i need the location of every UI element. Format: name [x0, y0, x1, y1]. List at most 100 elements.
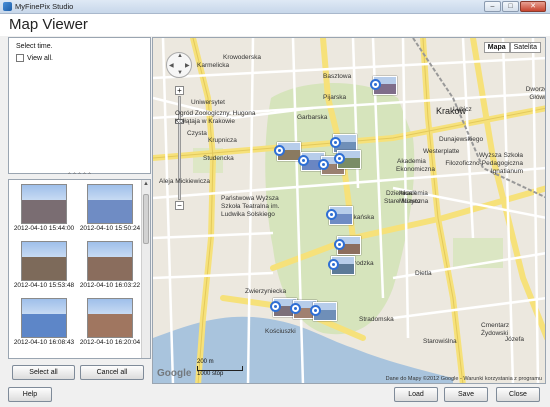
thumbnail-caption: 2012-04-10 16:08:43 — [13, 339, 75, 346]
map-street-label: Kościuszki — [265, 328, 296, 335]
map-street-label: Starowiślna — [423, 338, 457, 345]
map-street-label: Józefa — [504, 336, 524, 343]
time-panel: Select time. View all. — [8, 37, 151, 174]
thumbnail-caption: 2012-04-10 15:44:00 — [13, 225, 75, 232]
view-all-row[interactable]: View all. — [16, 54, 53, 62]
thumbnail-item[interactable]: 2012-04-10 16:08:43 — [12, 298, 76, 354]
view-all-checkbox[interactable] — [16, 54, 24, 62]
map-street-label: Krupnicza — [208, 137, 237, 144]
photo-marker[interactable] — [370, 76, 397, 95]
photo-marker[interactable] — [326, 206, 353, 225]
pan-down-icon[interactable]: ▼ — [177, 70, 183, 76]
map-street-label: Główny — [529, 94, 545, 101]
map-street-label: Czysta — [187, 130, 207, 137]
map-street-label: Wyższa Szkoła — [478, 152, 523, 159]
map-street-label: Dietla — [415, 270, 432, 277]
location-pin-icon[interactable] — [370, 79, 381, 90]
zoom-out-button[interactable]: − — [175, 201, 184, 210]
location-pin-icon[interactable] — [318, 159, 329, 170]
location-pin-icon[interactable] — [334, 239, 345, 250]
pan-right-icon[interactable]: ▶ — [185, 62, 190, 69]
map-street-label: Cmentarz — [481, 322, 510, 329]
window-title: MyFinePix Studio — [15, 2, 74, 11]
map-street-label: Ludwika Solskiego — [221, 211, 275, 218]
photo-marker[interactable] — [328, 256, 355, 275]
map-street-label: Akademia — [399, 190, 428, 197]
map-street-label: Ignatianum — [490, 168, 523, 175]
map-scale: 200 m 1000 stóp — [197, 359, 243, 377]
cancel-all-button[interactable]: Cancel all — [80, 365, 144, 380]
google-logo: Google — [157, 368, 192, 379]
map-street-label: Zwierzyniecka — [245, 288, 287, 295]
select-time-label: Select time. — [16, 43, 53, 50]
location-pin-icon[interactable] — [310, 305, 321, 316]
thumbnail-item[interactable]: 2012-04-10 15:44:00 — [12, 184, 76, 240]
map-street-label: Stradomska — [359, 316, 394, 323]
map-street-label: Uniwersytet — [191, 99, 225, 106]
map-street-label: Garbarska — [297, 114, 328, 121]
location-pin-icon[interactable] — [326, 209, 337, 220]
map-street-label: Szkoła Teatralna im. — [221, 203, 280, 210]
select-all-button[interactable]: Select all — [12, 365, 75, 380]
thumbnail-item[interactable]: 2012-04-10 16:03:22 — [78, 241, 142, 297]
close-button[interactable]: Close — [496, 387, 540, 402]
photo-marker[interactable] — [334, 150, 361, 169]
thumbnail-list: 2012-04-10 15:44:00 2012-04-10 15:50:24 20… — [8, 179, 151, 359]
map-street-label: Dworzec — [525, 86, 545, 93]
map-street-label: Westerplatte — [423, 148, 460, 155]
app-icon — [3, 2, 12, 11]
minimize-button[interactable]: – — [484, 1, 501, 12]
thumbnail-caption: 2012-04-10 16:03:22 — [79, 282, 141, 289]
thumbnail-image[interactable] — [21, 184, 67, 224]
map-street-label: Lubicz — [453, 106, 472, 113]
thumbnail-image[interactable] — [87, 184, 133, 224]
map-type-mapa-button[interactable]: Mapa — [483, 42, 510, 53]
thumbnail-item[interactable]: 2012-04-10 15:53:48 — [12, 241, 76, 297]
thumbnail-image[interactable] — [21, 241, 67, 281]
thumbnail-image[interactable] — [87, 298, 133, 338]
map-street-label: Dunajewskiego — [439, 136, 484, 143]
thumbnail-item[interactable]: 2012-04-10 15:50:24 — [78, 184, 142, 240]
map-type-satelita-button[interactable]: Satelita — [509, 42, 541, 53]
pan-left-icon[interactable]: ◀ — [169, 62, 174, 69]
map-attribution[interactable]: Dane do Mapy ©2012 Google - Warunki korz… — [386, 376, 542, 382]
zoom-in-button[interactable]: + — [175, 86, 184, 95]
map-street-label: Krowoderska — [223, 54, 261, 61]
map-street-label: Państwowa Wyższa — [221, 195, 279, 202]
map-street-label: Studencka — [203, 155, 234, 162]
location-pin-icon[interactable] — [290, 303, 301, 314]
scroll-up-icon[interactable]: ▲ — [142, 180, 150, 189]
map-street-label: Karmelicka — [197, 62, 230, 69]
map-street-label: Muzyczna — [399, 198, 429, 205]
map-street-label: Akademia — [397, 158, 426, 165]
location-pin-icon[interactable] — [270, 301, 281, 312]
location-pin-icon[interactable] — [330, 137, 341, 148]
location-pin-icon[interactable] — [334, 153, 345, 164]
thumbnail-item[interactable]: 2012-04-10 16:20:04 — [78, 298, 142, 354]
thumbnail-image[interactable] — [21, 298, 67, 338]
map-street-label: Ogród Zoologiczny. Hugona — [175, 110, 256, 117]
location-pin-icon[interactable] — [298, 155, 309, 166]
scale-metric: 200 m — [197, 359, 214, 365]
map-street-label: Ekonomiczna — [396, 166, 436, 173]
pan-control[interactable]: ▲ ▼ ◀ ▶ — [166, 52, 192, 78]
save-button[interactable]: Save — [444, 387, 488, 402]
thumbnail-caption: 2012-04-10 15:53:48 — [13, 282, 75, 289]
load-button[interactable]: Load — [394, 387, 438, 402]
pan-up-icon[interactable]: ▲ — [177, 53, 183, 59]
help-button[interactable]: Help — [8, 387, 52, 402]
map-street-label: Kołłątaja w Krakowie — [175, 118, 235, 125]
maximize-button[interactable]: □ — [502, 1, 519, 12]
location-pin-icon[interactable] — [328, 259, 339, 270]
close-window-button[interactable]: ✕ — [520, 1, 546, 12]
location-pin-icon[interactable] — [274, 145, 285, 156]
map-view[interactable]: Mapa Satelita ▲ ▼ ◀ ▶ + − Kraków Uniwersy… — [152, 37, 546, 384]
thumbnail-image[interactable] — [87, 241, 133, 281]
map-type-control: Mapa Satelita — [483, 42, 541, 53]
scroll-thumb[interactable] — [143, 194, 149, 244]
photo-marker[interactable] — [334, 236, 361, 255]
thumbnail-scrollbar[interactable]: ▲ — [141, 180, 150, 358]
map-street-label: Basztowa — [323, 73, 352, 80]
map-street-label: Aleja Mickiewicza — [159, 178, 210, 185]
photo-marker[interactable] — [310, 302, 337, 321]
